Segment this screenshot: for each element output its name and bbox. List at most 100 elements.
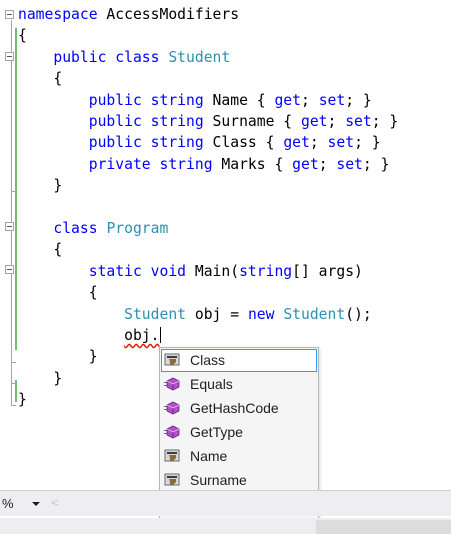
scrollbar-thumb[interactable] [316, 520, 451, 534]
code-token: Program [106, 220, 169, 237]
code-line: public string Surname { get; set; } [18, 111, 399, 132]
property-icon [164, 449, 180, 462]
completion-item-label: GetHashCode [190, 400, 279, 416]
code-token: { [53, 241, 63, 259]
completion-item[interactable]: GetHashCode [161, 397, 317, 420]
code-token: } [88, 348, 98, 366]
code-token: public [88, 91, 142, 109]
code-token: } [53, 369, 63, 387]
scroll-left-icon[interactable]: < [50, 497, 60, 509]
code-line: public string Class { get; set; } [18, 132, 381, 153]
code-token: Student [168, 48, 231, 66]
code-token: string [150, 91, 204, 109]
code-token: set [318, 91, 346, 109]
code-token: } [53, 177, 63, 195]
code-token: class [115, 48, 160, 66]
code-token: string [150, 134, 204, 152]
zoom-dropdown[interactable]: % [2, 495, 44, 513]
code-token: public [88, 113, 142, 130]
code-token: Student [283, 305, 346, 323]
completion-item[interactable]: Surname [161, 469, 317, 492]
property-icon [164, 473, 180, 486]
code-token: string [150, 113, 204, 130]
code-line: public string Name { get; set; } [18, 90, 372, 111]
code-token: Marks { [212, 155, 293, 173]
code-token: obj. [124, 327, 160, 344]
code-token: ; [309, 134, 328, 152]
collapse-method-main-toggle[interactable] [5, 265, 14, 274]
code-token: { [53, 70, 63, 88]
code-line: private string Marks { get; set; } [18, 154, 390, 175]
completion-item[interactable]: GetType [161, 421, 317, 444]
completion-item[interactable]: Equals [161, 373, 317, 396]
method-icon [164, 425, 180, 439]
method-icon [164, 377, 180, 391]
text-caret [159, 327, 161, 343]
code-line: Student obj = new Student(); [18, 304, 372, 325]
code-token: obj = [186, 305, 248, 323]
code-line: public class Student [18, 47, 230, 68]
code-line: } [18, 368, 62, 389]
code-line: { [18, 25, 27, 46]
code-line: { [18, 239, 62, 260]
code-token: string [159, 155, 213, 173]
code-token: AccessModifiers [97, 6, 240, 23]
code-token: Class { [203, 134, 284, 152]
code-line: class Program [18, 218, 168, 239]
completion-item-label: Equals [190, 376, 233, 392]
code-token: static [88, 262, 142, 280]
collapse-class-student-toggle[interactable] [5, 52, 14, 61]
code-token: set [336, 155, 363, 173]
property-icon [164, 353, 180, 366]
change-tracking-bar [15, 28, 17, 350]
code-token: ; } [371, 113, 399, 130]
code-line: } [18, 346, 98, 367]
code-line: obj. [18, 325, 161, 346]
completion-item[interactable]: Class [161, 349, 317, 372]
collapse-namespace-toggle[interactable] [5, 10, 14, 19]
code-token: Surname { [203, 113, 301, 130]
code-token: void [150, 262, 187, 280]
completion-item-label: GetType [190, 424, 243, 440]
chevron-down-icon [32, 502, 40, 506]
code-token: Student [124, 305, 187, 323]
code-token: new [247, 305, 275, 323]
code-token: ; [301, 91, 319, 109]
code-token: string [239, 262, 293, 280]
code-line: { [18, 68, 62, 89]
code-token: public [53, 48, 107, 66]
code-line: } [18, 175, 62, 196]
outline-end [11, 191, 16, 192]
code-token: { [88, 284, 98, 302]
code-token: Name { [203, 91, 275, 109]
code-token: set [327, 134, 355, 152]
collapse-class-program-toggle[interactable] [5, 222, 14, 231]
code-token: { [18, 27, 27, 45]
outline-end [11, 383, 16, 384]
code-token: get [274, 91, 301, 109]
completion-item[interactable]: Name [161, 445, 317, 468]
code-token: Main( [186, 262, 240, 280]
code-token: set [345, 113, 372, 130]
